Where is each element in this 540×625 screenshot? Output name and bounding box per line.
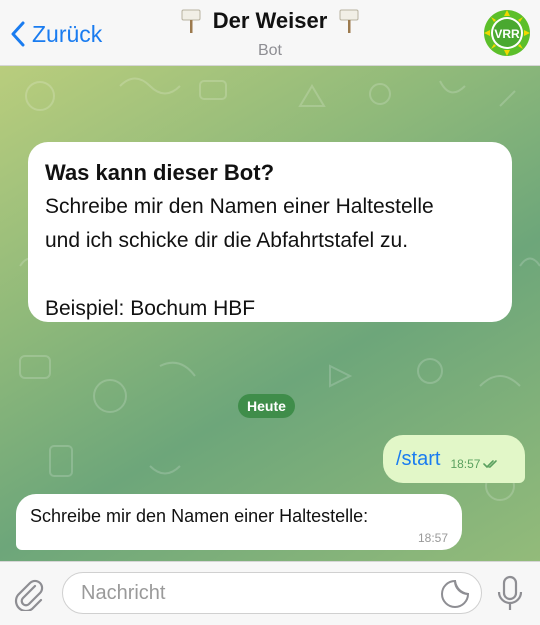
info-card-spacer <box>45 258 495 292</box>
chat-title-area[interactable]: Der Weiser Bot <box>0 8 540 60</box>
read-checkmarks-icon <box>483 460 498 469</box>
bot-avatar[interactable]: VRR <box>483 9 531 57</box>
paperclip-icon[interactable] <box>12 577 46 611</box>
bot-name: Der Weiser <box>212 8 328 33</box>
microphone-icon[interactable] <box>496 575 524 613</box>
bot-info-card: Was kann dieser Bot? Schreibe mir den Na… <box>28 142 512 322</box>
info-card-example: Beispiel: Bochum HBF <box>45 297 256 320</box>
info-card-line: und ich schicke dir die Abfahrtstafel zu… <box>45 229 409 252</box>
date-separator: Heute <box>238 394 295 418</box>
chat-area[interactable]: Was kann dieser Bot? Schreibe mir den Na… <box>0 66 540 561</box>
message-time: 18:57 <box>417 531 448 545</box>
sticker-icon[interactable] <box>440 579 470 609</box>
signpost-icon <box>181 9 201 33</box>
message-text[interactable]: /start <box>396 448 440 471</box>
message-input-bar <box>0 561 540 625</box>
message-input[interactable] <box>62 572 482 614</box>
message-text: Schreibe mir den Namen einer Haltestelle… <box>30 506 369 526</box>
incoming-message[interactable]: Schreibe mir den Namen einer Haltestelle… <box>16 494 462 550</box>
info-card-title: Was kann dieser Bot? <box>45 160 275 185</box>
bot-subtitle: Bot <box>257 42 282 59</box>
info-card-line: Schreibe mir den Namen einer Haltestelle <box>45 195 434 218</box>
chat-header: Zurück Der Weiser Bot VRR <box>0 0 540 66</box>
outgoing-message[interactable]: /start 18:57 <box>383 435 525 483</box>
svg-text:VRR: VRR <box>494 27 520 41</box>
message-time: 18:57 <box>450 457 481 471</box>
signpost-icon <box>339 9 359 33</box>
